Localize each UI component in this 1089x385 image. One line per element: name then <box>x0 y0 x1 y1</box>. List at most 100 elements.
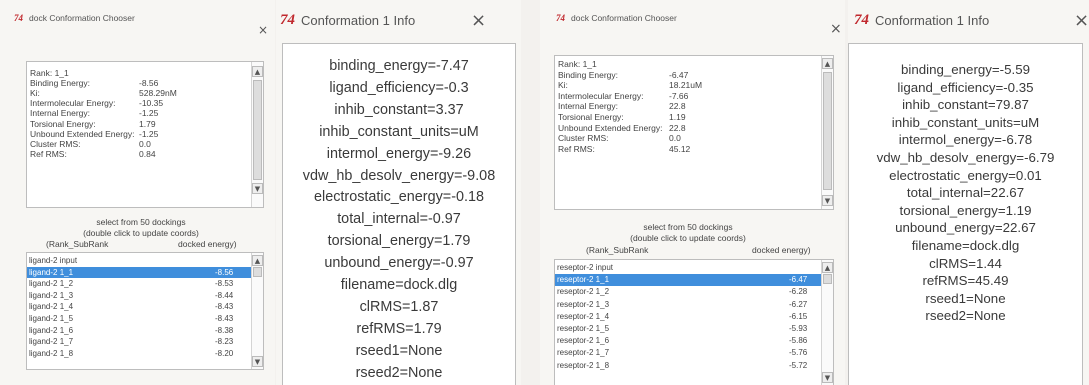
info-line: intermol_energy=-9.26 <box>326 145 472 162</box>
list-item[interactable]: reseptor-2 1_3 -6.27 <box>555 299 821 311</box>
scroll-down-arrow-icon[interactable]: ▼ <box>252 183 263 194</box>
list-item[interactable]: ligand-2 1_7 -8.23 <box>27 336 251 348</box>
list-item-name: ligand-2 1_6 <box>29 325 74 335</box>
close-icon[interactable]: × <box>471 10 486 31</box>
scroll-down-arrow-icon[interactable]: ▼ <box>822 195 833 206</box>
scroll-up-arrow-icon[interactable]: ▲ <box>822 262 833 273</box>
window-titlebar[interactable]: 74 dock Conformation Chooser <box>540 0 845 36</box>
detail-label: Intermolecular Energy: <box>558 90 644 101</box>
list-item[interactable]: ligand-2 1_6 -8.38 <box>27 325 251 337</box>
info-line: unbound_energy=-0.97 <box>324 255 474 272</box>
info-line: torsional_energy=1.19 <box>899 202 1032 218</box>
window-title: dock Conformation Chooser <box>571 13 677 23</box>
instruction-line-2: (double click to update coords) <box>630 233 746 243</box>
list-item[interactable]: ligand-2 1_4 -8.43 <box>27 301 251 313</box>
list-item[interactable]: ligand-2 1_3 -8.44 <box>27 290 251 302</box>
list-item[interactable]: ligand-2 1_2 -8.53 <box>27 278 251 290</box>
info-line: ligand_efficiency=-0.3 <box>329 79 469 96</box>
info-line: refRMS=45.49 <box>922 273 1009 289</box>
list-item-energy: -5.86 <box>789 336 808 346</box>
scroll-down-arrow-icon[interactable]: ▼ <box>252 356 263 367</box>
instruction-line-1: select from 50 dockings <box>643 222 733 232</box>
scroll-thumb[interactable] <box>253 80 262 180</box>
list-item-energy: -8.20 <box>215 348 234 358</box>
conformation-chooser-window-2: 74 dock Conformation Chooser × Rank: 1_1… <box>540 0 845 385</box>
docking-list[interactable]: reseptor-2 input reseptor-2 1_1 -6.47 resep… <box>554 259 834 385</box>
close-icon[interactable]: × <box>1074 10 1089 31</box>
list-item[interactable]: reseptor-2 1_5 -5.93 <box>555 323 821 335</box>
detail-label: Binding Energy: <box>558 69 619 80</box>
window-title: dock Conformation Chooser <box>29 13 135 23</box>
info-line: electrostatic_energy=-0.18 <box>314 189 484 206</box>
window-titlebar[interactable]: 74 dock Conformation Chooser <box>0 0 275 36</box>
details-box: Rank: 1_1 Binding Energy: -8.56 Ki: 528.29nM… <box>26 61 264 208</box>
detail-value: -1.25 <box>139 108 159 119</box>
info-line: binding_energy=-7.47 <box>329 58 469 74</box>
list-item-energy: -6.15 <box>789 311 808 321</box>
scroll-thumb[interactable] <box>253 267 262 277</box>
detail-value: 22.8 <box>669 122 686 133</box>
list-item[interactable]: reseptor-2 1_6 -5.86 <box>555 335 821 347</box>
info-line: filename=dock.dlg <box>340 277 458 294</box>
list-item-name: ligand-2 1_3 <box>29 290 74 300</box>
list-item[interactable]: reseptor-2 input <box>555 262 821 274</box>
list-item-name: ligand-2 1_7 <box>29 337 74 347</box>
detail-label: Cluster RMS: <box>558 133 609 144</box>
window-titlebar[interactable]: 74 Conformation 1 Info <box>848 0 1089 40</box>
detail-value: -10.35 <box>139 98 164 109</box>
list-item[interactable]: ligand-2 input <box>27 255 251 267</box>
list-item[interactable]: reseptor-2 1_2 -6.28 <box>555 286 821 298</box>
scroll-thumb[interactable] <box>823 274 832 284</box>
info-line: refRMS=1.79 <box>356 320 442 337</box>
list-item-energy: -8.38 <box>215 325 234 335</box>
detail-value: 1.19 <box>669 112 686 122</box>
scroll-down-arrow-icon[interactable]: ▼ <box>822 372 833 383</box>
list-item-name: ligand-2 1_1 <box>29 267 74 277</box>
list-item-energy: -8.23 <box>215 337 234 347</box>
info-box: binding_energy=-7.47 ligand_efficiency=-0… <box>282 43 516 385</box>
list-item[interactable]: ligand-2 1_1 -8.56 <box>27 266 251 279</box>
list-item[interactable]: reseptor-2 1_4 -6.15 <box>555 311 821 323</box>
info-line: rseed1=None <box>925 290 1006 306</box>
list-item[interactable]: ligand-2 1_8 -8.20 <box>27 348 251 360</box>
close-icon[interactable]: × <box>830 21 842 37</box>
scroll-thumb[interactable] <box>823 72 832 190</box>
info-line: binding_energy=-5.59 <box>900 62 1030 77</box>
detail-value: 1.79 <box>139 118 156 129</box>
close-icon[interactable]: × <box>258 23 268 37</box>
list-item-name: reseptor-2 1_7 <box>557 348 610 358</box>
docking-rows: ligand-2 input ligand-2 1_1 -8.56 ligand-2 … <box>27 255 251 359</box>
list-item-energy: -8.44 <box>215 290 234 300</box>
scroll-up-arrow-icon[interactable]: ▲ <box>822 58 833 69</box>
info-line: clRMS=1.87 <box>359 298 439 315</box>
details-scrollbar[interactable]: ▲ ▼ <box>251 62 263 207</box>
detail-value: 0.0 <box>669 133 681 144</box>
details-scrollbar[interactable]: ▲ ▼ <box>821 56 833 209</box>
detail-value: -6.47 <box>669 69 689 80</box>
info-line: rseed1=None <box>355 342 443 359</box>
info-line: vdw_hb_desolv_energy=-9.08 <box>302 167 496 184</box>
instruction-line-2: (double click to update coords) <box>83 228 199 238</box>
info-line: filename=dock.dlg <box>911 237 1020 253</box>
list-item[interactable]: reseptor-2 1_8 -5.72 <box>555 360 821 372</box>
list-item[interactable]: reseptor-2 1_1 -6.47 <box>555 274 821 287</box>
list-item-energy: -8.43 <box>215 302 234 312</box>
list-item[interactable]: ligand-2 1_5 -8.43 <box>27 313 251 325</box>
list-item-energy: -5.93 <box>789 323 808 333</box>
list-item-name: reseptor-2 1_1 <box>557 275 610 285</box>
info-line: total_internal=-0.97 <box>337 211 461 228</box>
docking-list[interactable]: ligand-2 input ligand-2 1_1 -8.56 ligand-2 … <box>26 252 264 370</box>
detail-label: Ki: <box>30 88 40 99</box>
docking-rows: reseptor-2 input reseptor-2 1_1 -6.47 resep… <box>555 262 821 372</box>
scroll-up-arrow-icon[interactable]: ▲ <box>252 255 263 266</box>
list-scrollbar[interactable]: ▲ ▼ <box>821 260 833 385</box>
detail-label: Rank: 1_1 <box>558 59 597 69</box>
list-item[interactable]: reseptor-2 1_7 -5.76 <box>555 347 821 359</box>
detail-value: -1.25 <box>139 128 159 139</box>
list-scrollbar[interactable]: ▲ ▼ <box>251 253 263 369</box>
scroll-up-arrow-icon[interactable]: ▲ <box>252 66 263 77</box>
list-item-name: ligand-2 1_8 <box>29 348 74 358</box>
list-item-name: reseptor-2 1_5 <box>557 323 610 333</box>
detail-label: Ref RMS: <box>558 143 595 154</box>
info-line: vdw_hb_desolv_energy=-6.79 <box>876 149 1055 165</box>
